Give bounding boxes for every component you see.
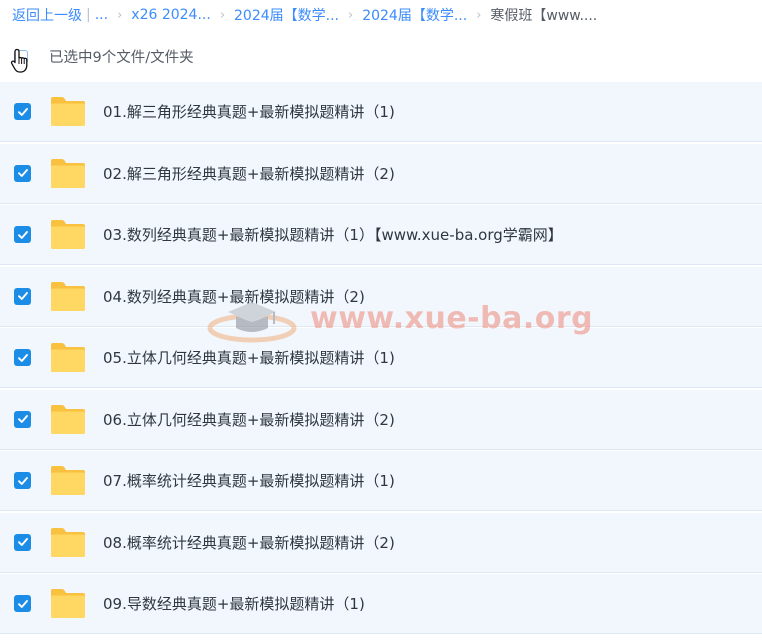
folder-icon (51, 589, 85, 618)
file-name[interactable]: 06.立体几何经典真题+最新模拟题精讲（2) (103, 409, 395, 430)
file-name[interactable]: 07.概率统计经典真题+最新模拟题精讲（1) (103, 470, 395, 491)
file-name[interactable]: 08.概率统计经典真题+最新模拟题精讲（2) (103, 532, 395, 553)
checkbox-checked-icon[interactable] (14, 533, 31, 551)
folder-icon (51, 404, 85, 434)
breadcrumb-current: 寒假班【www.... (490, 8, 598, 24)
chevron-right-icon: › (219, 7, 226, 23)
breadcrumb-divider: | (86, 7, 91, 23)
breadcrumb: 返回上一级 | ... › x26 2024... › 2024届【数学... … (12, 4, 597, 26)
list-item[interactable]: 04.数列经典真题+最新模拟题精讲（2) (0, 266, 762, 327)
breadcrumb-item-3[interactable]: 2024届【数学... (362, 5, 467, 25)
file-browser: 返回上一级 | ... › x26 2024... › 2024届【数学... … (0, 0, 762, 643)
folder-icon (51, 343, 85, 372)
list-item[interactable]: 02.解三角形经典真题+最新模拟题精讲（2) (0, 143, 762, 204)
back-link[interactable]: 返回上一级 (12, 5, 82, 25)
folder-icon (51, 158, 85, 188)
checkbox-checked-icon[interactable] (14, 595, 31, 612)
list-item[interactable]: 05.立体几何经典真题+最新模拟题精讲（1) (0, 328, 762, 388)
file-name[interactable]: 01.解三角形经典真题+最新模拟题精讲（1) (103, 101, 395, 122)
file-name[interactable]: 05.立体几何经典真题+最新模拟题精讲（1) (103, 347, 395, 368)
list-item[interactable]: 01.解三角形经典真题+最新模拟题精讲（1) (0, 82, 762, 142)
checkbox-checked-icon[interactable] (14, 164, 31, 182)
chevron-right-icon: › (117, 7, 123, 23)
folder-icon (51, 527, 85, 557)
hand-pointer-icon (10, 48, 28, 73)
file-name[interactable]: 03.数列经典真题+最新模拟题精讲（1）【www.xue-ba.org学霸网】 (103, 224, 563, 245)
list-item[interactable]: 06.立体几何经典真题+最新模拟题精讲（2) (0, 389, 762, 450)
list-item[interactable]: 07.概率统计经典真题+最新模拟题精讲（1) (0, 451, 762, 511)
chevron-right-icon: › (348, 7, 354, 23)
folder-icon (51, 97, 85, 126)
file-name[interactable]: 02.解三角形经典真题+最新模拟题精讲（2) (103, 163, 395, 184)
chevron-right-icon: › (476, 7, 482, 23)
file-name[interactable]: 09.导数经典真题+最新模拟题精讲（1) (103, 593, 365, 614)
breadcrumb-item-1[interactable]: x26 2024... (131, 7, 211, 23)
breadcrumb-item-2[interactable]: 2024届【数学... (234, 5, 339, 25)
selection-status: 已选中9个文件/文件夹 (49, 50, 194, 66)
checkbox-checked-icon[interactable] (14, 103, 31, 120)
checkbox-checked-icon[interactable] (14, 349, 31, 366)
file-name[interactable]: 04.数列经典真题+最新模拟题精讲（2) (103, 286, 365, 307)
checkbox-checked-icon[interactable] (14, 226, 31, 243)
checkbox-checked-icon[interactable] (14, 472, 31, 489)
list-item[interactable]: 08.概率统计经典真题+最新模拟题精讲（2) (0, 512, 762, 573)
breadcrumb-ellipsis[interactable]: ... (95, 7, 108, 23)
checkbox-checked-icon[interactable] (14, 287, 31, 305)
folder-icon (51, 220, 85, 249)
folder-icon (51, 466, 85, 495)
selection-bar: 已选中9个文件/文件夹 (0, 40, 762, 76)
file-list: 01.解三角形经典真题+最新模拟题精讲（1) 02.解三角形经典真题+最新模拟题… (0, 82, 762, 636)
list-item[interactable]: 03.数列经典真题+最新模拟题精讲（1）【www.xue-ba.org学霸网】 (0, 205, 762, 265)
checkbox-checked-icon[interactable] (14, 410, 31, 428)
folder-icon (51, 281, 85, 311)
list-item[interactable]: 09.导数经典真题+最新模拟题精讲（1) (0, 574, 762, 634)
